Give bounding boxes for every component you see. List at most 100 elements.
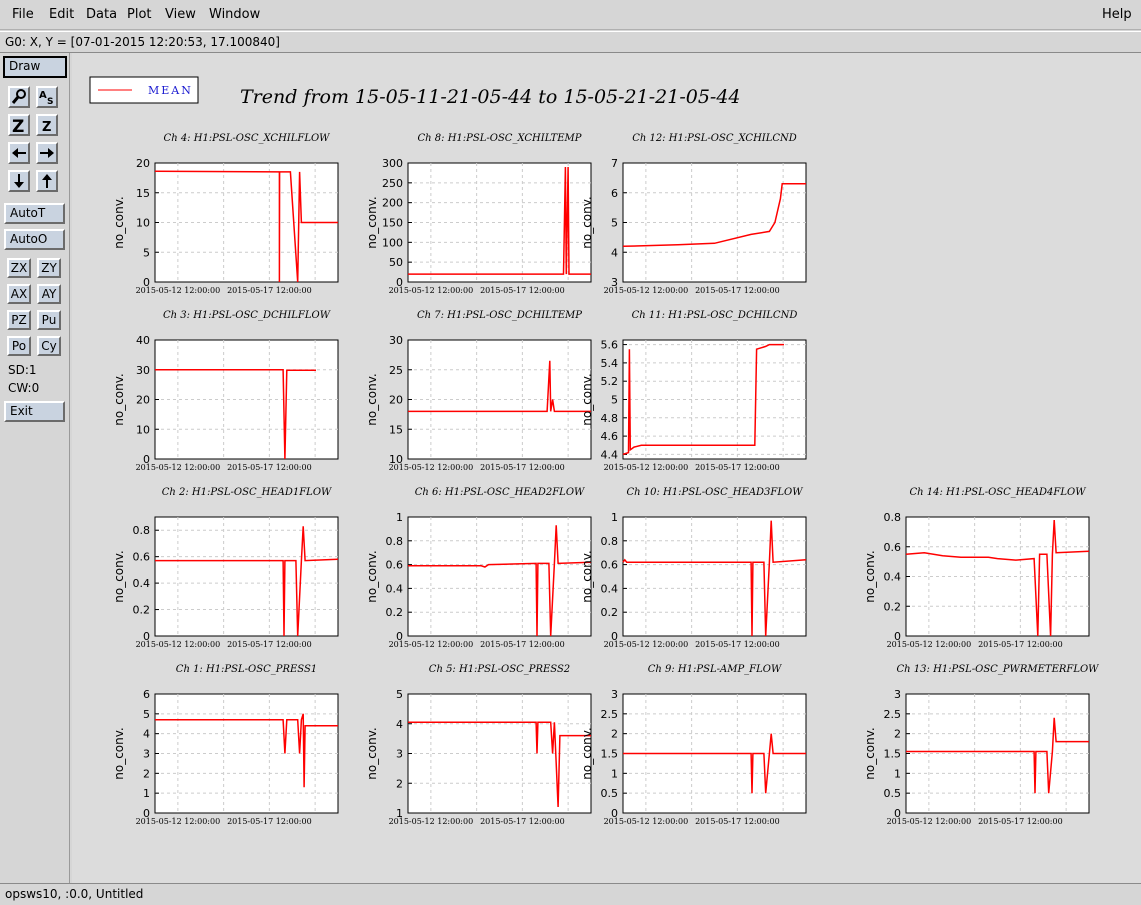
po-button[interactable]: Po [7, 336, 31, 356]
cy-button[interactable]: Cy [37, 336, 61, 356]
y-tick-label: 4.4 [601, 448, 619, 461]
y-tick-label: 0.2 [133, 604, 151, 617]
menu-data[interactable]: Data [86, 7, 117, 22]
y-tick-label: 2 [396, 777, 403, 790]
panel-title: Ch 9: H1:PSL-AMP_FLOW [648, 664, 782, 675]
x-tick-label: 2015-05-12 12:00:00 [887, 817, 972, 826]
y-tick-label: 5 [396, 688, 403, 701]
y-axis-label: no_conv. [863, 727, 877, 779]
panel-5[interactable]: Ch 11: H1:PSL-OSC_DCHILCND 4.4 4.6 4.8 5 5.2 5… [580, 310, 807, 472]
panel-title: Ch 12: H1:PSL-OSC_XCHILCND [632, 133, 797, 144]
y-tick-label: 0.4 [386, 582, 404, 595]
x-tick-label: 2015-05-12 12:00:00 [136, 817, 221, 826]
down-arrow-icon[interactable] [8, 170, 30, 192]
x-tick-label: 2015-05-12 12:00:00 [389, 286, 474, 295]
y-tick-label: 3 [611, 688, 618, 701]
y-tick-label: 25 [389, 364, 403, 377]
y-tick-label: 6 [611, 187, 618, 200]
auto-scale-icon[interactable]: AS [36, 86, 58, 108]
x-tick-label: 2015-05-12 12:00:00 [604, 463, 689, 472]
y-tick-label: 4.8 [601, 412, 619, 425]
zy-button[interactable]: ZY [37, 258, 61, 278]
panel-3[interactable]: Ch 3: H1:PSL-OSC_DCHILFLOW0102030402015-… [112, 310, 339, 472]
y-tick-label: 1 [143, 787, 150, 800]
x-tick-label: 2015-05-12 12:00:00 [604, 817, 689, 826]
y-tick-label: 5 [611, 217, 618, 230]
y-tick-label: 1.5 [884, 748, 902, 761]
zoom-icon[interactable] [8, 86, 30, 108]
y-axis-label: no_conv. [365, 550, 379, 602]
panel-title: Ch 11: H1:PSL-OSC_DCHILCND [632, 310, 798, 321]
zoom-in-icon[interactable]: Z [8, 114, 30, 137]
x-tick-label: 2015-05-12 12:00:00 [136, 640, 221, 649]
ay-button[interactable]: AY [37, 284, 61, 304]
y-tick-label: 1.5 [601, 748, 619, 761]
panel-8[interactable]: Ch 10: H1:PSL-OSC_HEAD3FLOW00.20.40.60.8… [580, 487, 807, 649]
y-tick-label: 4 [143, 728, 150, 741]
x-tick-label: 2015-05-12 12:00:00 [604, 286, 689, 295]
y-tick-label: 3 [143, 748, 150, 761]
svg-text:S: S [47, 97, 53, 106]
panel-title: Ch 14: H1:PSL-OSC_HEAD4FLOW [910, 487, 1087, 498]
menu-help[interactable]: Help [1102, 7, 1132, 22]
x-tick-label: 2015-05-12 12:00:00 [887, 640, 972, 649]
pu-button[interactable]: Pu [37, 310, 61, 330]
toolbar-sidebar: Draw AS Z Z AutoT AutoO ZX ZY AX AY PZ P… [0, 53, 70, 883]
panel-7[interactable]: Ch 6: H1:PSL-OSC_HEAD2FLOW00.20.40.60.81… [365, 487, 592, 649]
y-tick-label: 20 [136, 157, 150, 170]
menu-edit[interactable]: Edit [49, 7, 74, 22]
y-axis-label: no_conv. [112, 550, 126, 602]
panel-10[interactable]: Ch 1: H1:PSL-OSC_PRESS101234562015-05-12… [112, 664, 339, 826]
panel-title: Ch 8: H1:PSL-OSC_XCHILTEMP [418, 133, 582, 144]
y-tick-label: 30 [136, 364, 150, 377]
y-tick-label: 7 [611, 157, 618, 170]
up-arrow-icon[interactable] [36, 170, 58, 192]
y-tick-label: 0.2 [386, 606, 404, 619]
panel-title: Ch 13: H1:PSL-OSC_PWRMETERFLOW [897, 664, 1100, 675]
y-tick-label: 2 [611, 728, 618, 741]
cursor-status-line: G0: X, Y = [07-01-2015 12:20:53, 17.1008… [0, 31, 1141, 53]
menu-bar: File Edit Data Plot View Window Help [0, 0, 1141, 30]
pz-button[interactable]: PZ [7, 310, 31, 330]
exit-button[interactable]: Exit [4, 401, 65, 422]
autot-button[interactable]: AutoT [4, 203, 65, 224]
menu-file[interactable]: File [12, 7, 34, 22]
menu-window[interactable]: Window [209, 7, 260, 22]
panel-title: Ch 3: H1:PSL-OSC_DCHILFLOW [163, 310, 331, 321]
zx-button[interactable]: ZX [7, 258, 31, 278]
panel-2[interactable]: Ch 12: H1:PSL-OSC_XCHILCND345672015-05-1… [580, 133, 807, 295]
panel-frame [407, 516, 592, 637]
ax-button[interactable]: AX [7, 284, 31, 304]
menu-view[interactable]: View [165, 7, 196, 22]
y-tick-label: 0.4 [133, 577, 151, 590]
panel-title: Ch 4: H1:PSL-OSC_XCHILFLOW [164, 133, 331, 144]
panel-1[interactable]: Ch 8: H1:PSL-OSC_XCHILTEMP05010015020025… [365, 133, 592, 295]
x-tick-label: 2015-05-12 12:00:00 [389, 463, 474, 472]
draw-button[interactable]: Draw [3, 56, 67, 78]
panel-4[interactable]: Ch 7: H1:PSL-OSC_DCHILTEMP10152025302015… [365, 310, 592, 472]
panel-title: Ch 6: H1:PSL-OSC_HEAD2FLOW [415, 487, 585, 498]
panel-13[interactable]: Ch 13: H1:PSL-OSC_PWRMETERFLOW00.511.522… [863, 664, 1099, 826]
zoom-out-icon[interactable]: Z [36, 114, 58, 136]
y-axis-label: no_conv. [365, 727, 379, 779]
right-arrow-icon[interactable] [36, 142, 58, 164]
x-tick-label: 2015-05-12 12:00:00 [389, 817, 474, 826]
y-tick-label: 1 [611, 511, 618, 524]
panel-6[interactable]: Ch 2: H1:PSL-OSC_HEAD1FLOW00.20.40.60.82… [112, 487, 339, 649]
panel-12[interactable]: Ch 9: H1:PSL-AMP_FLOW00.511.522.532015-0… [580, 664, 807, 826]
y-axis-label: no_conv. [863, 550, 877, 602]
x-tick-label: 2015-05-17 12:00:00 [978, 817, 1063, 826]
autoo-button[interactable]: AutoO [4, 229, 65, 250]
plot-canvas[interactable]: MEAN Trend from 15-05-11-21-05-44 to 15-… [72, 53, 1141, 883]
y-tick-label: 4.6 [601, 430, 619, 443]
panel-11[interactable]: Ch 5: H1:PSL-OSC_PRESS2123452015-05-12 1… [365, 664, 592, 826]
y-tick-label: 0.2 [601, 606, 619, 619]
panel-0[interactable]: Ch 4: H1:PSL-OSC_XCHILFLOW051015202015-0… [112, 133, 339, 295]
panel-frame [622, 516, 807, 637]
menu-plot[interactable]: Plot [127, 7, 152, 22]
svg-text:A: A [39, 90, 47, 101]
legend: MEAN [89, 76, 199, 104]
left-arrow-icon[interactable] [8, 142, 30, 164]
panel-9[interactable]: Ch 14: H1:PSL-OSC_HEAD4FLOW00.20.40.60.8… [863, 487, 1090, 649]
y-tick-label: 15 [136, 187, 150, 200]
